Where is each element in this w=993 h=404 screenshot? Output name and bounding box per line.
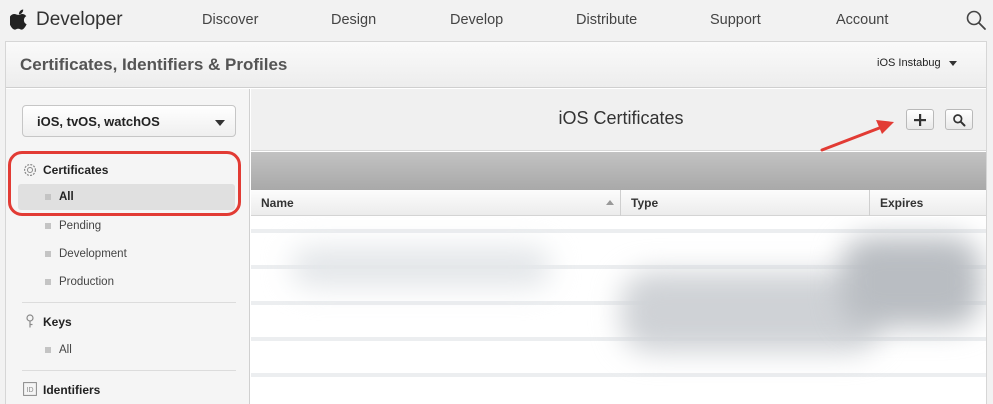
bullet-icon [45, 251, 51, 257]
sidebar-section-identifiers[interactable]: Identifiers [43, 383, 100, 397]
nav-design[interactable]: Design [331, 12, 376, 28]
panel-header: Certificates, Identifiers & Profiles iOS… [6, 42, 986, 88]
team-selector[interactable]: iOS Instabug [877, 57, 941, 69]
sidebar-item-pending[interactable]: Pending [59, 220, 101, 232]
search-icon[interactable] [965, 9, 987, 31]
nav-distribute[interactable]: Distribute [576, 12, 637, 28]
blurred-content [841, 237, 981, 327]
sort-ascending-icon[interactable] [606, 200, 614, 205]
blurred-content [291, 247, 551, 287]
bullet-icon [45, 347, 51, 353]
nav-support[interactable]: Support [710, 12, 761, 28]
filter-bar [251, 152, 986, 190]
column-separator [869, 190, 870, 216]
plus-icon [914, 114, 926, 126]
sidebar: iOS, tvOS, watchOS Certificates All Pend… [6, 89, 250, 404]
platform-select[interactable]: iOS, tvOS, watchOS [22, 105, 236, 137]
table-header: Name Type Expires [251, 190, 986, 216]
certificates-table-body [251, 217, 986, 404]
column-separator [620, 190, 621, 216]
sidebar-item-keys-all[interactable]: All [59, 344, 72, 356]
sidebar-divider [22, 370, 236, 371]
key-icon [26, 314, 34, 328]
developer-brand[interactable]: Developer [36, 9, 123, 31]
id-icon: ID [23, 382, 37, 396]
nav-account[interactable]: Account [836, 12, 888, 28]
main-panel: Certificates, Identifiers & Profiles iOS… [5, 41, 987, 404]
search-button[interactable] [945, 109, 973, 130]
platform-select-label: iOS, tvOS, watchOS [37, 114, 160, 129]
sidebar-divider [22, 302, 236, 303]
chevron-down-icon[interactable] [949, 61, 957, 66]
apple-logo-icon[interactable] [10, 9, 29, 30]
annotation-highlight [8, 151, 241, 216]
annotation-arrow-icon [820, 120, 894, 152]
column-name[interactable]: Name [261, 196, 294, 210]
add-certificate-button[interactable] [906, 109, 934, 130]
column-type[interactable]: Type [631, 196, 658, 210]
blurred-row [251, 229, 986, 233]
blurred-row [251, 373, 986, 377]
page-title: Certificates, Identifiers & Profiles [20, 55, 288, 74]
sidebar-section-keys[interactable]: Keys [43, 315, 72, 329]
nav-discover[interactable]: Discover [202, 12, 258, 28]
bullet-icon [45, 279, 51, 285]
svg-text:ID: ID [27, 387, 34, 394]
nav-develop[interactable]: Develop [450, 12, 503, 28]
column-expires[interactable]: Expires [880, 196, 923, 210]
bullet-icon [45, 223, 51, 229]
sidebar-item-development[interactable]: Development [59, 248, 127, 260]
chevron-down-icon [215, 120, 225, 126]
global-nav: Developer Discover Design Develop Distri… [0, 0, 993, 40]
search-icon [953, 114, 966, 127]
sidebar-item-production[interactable]: Production [59, 276, 114, 288]
